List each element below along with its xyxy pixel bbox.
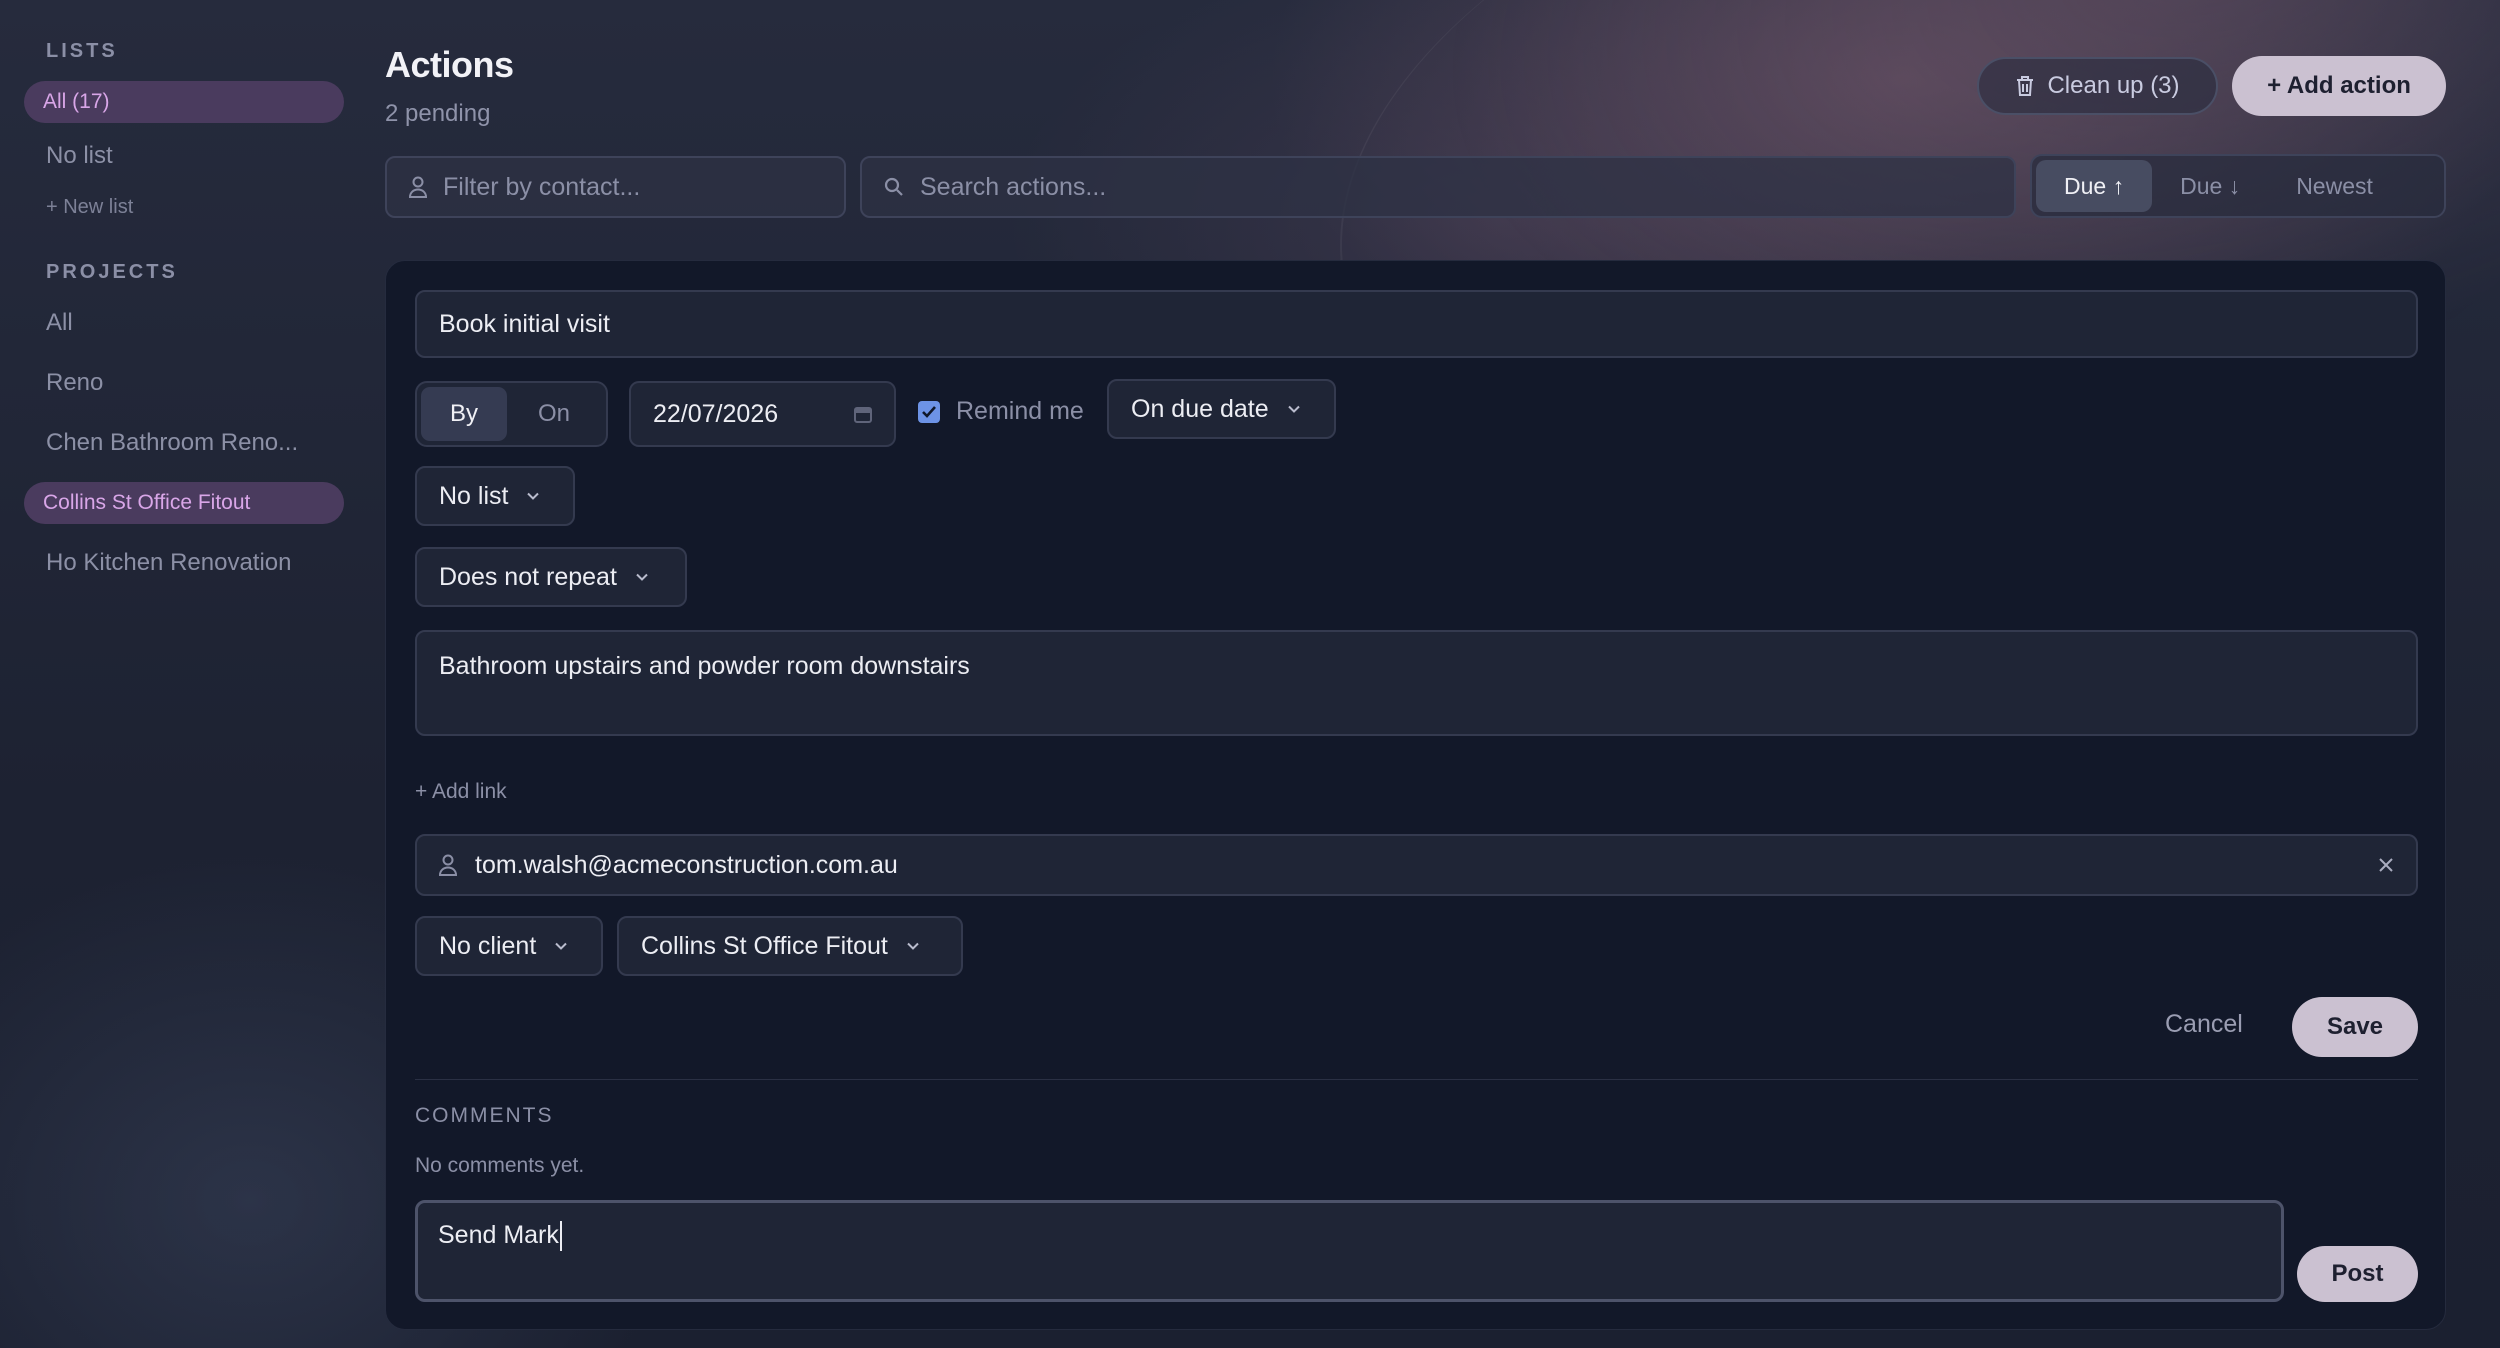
contact-filter[interactable] [385,156,846,218]
search-input[interactable] [920,172,2014,202]
clean-up-label: Clean up (3) [2047,72,2180,99]
due-date-input[interactable]: 22/07/2026 [629,381,896,447]
toggle-on[interactable]: On [511,387,597,441]
sidebar: LISTS All (17) No list + New list PROJEC… [24,40,344,602]
trash-icon [2017,76,2034,96]
repeat-value: Does not repeat [439,562,617,591]
check-icon [922,405,936,418]
close-icon[interactable] [2378,857,2394,873]
cancel-button[interactable]: Cancel [2165,1010,2243,1039]
contact-value: tom.walsh@acmeconstruction.com.au [475,850,898,879]
chevron-down-icon [1287,405,1300,413]
chevron-down-icon [527,492,540,500]
sort-newest[interactable]: Newest [2268,160,2401,212]
due-date-value: 22/07/2026 [653,399,779,428]
sort-due-asc[interactable]: Due ↑ [2036,160,2153,212]
remind-me-checkbox[interactable] [918,400,940,423]
repeat-select[interactable]: Does not repeat [415,547,687,607]
comment-input[interactable]: Send Mark [415,1200,2284,1302]
projects-section: PROJECTS All Reno Chen Bathroom Reno... … [24,261,344,584]
comments-title: COMMENTS [415,1104,554,1127]
toggle-by[interactable]: By [421,387,507,441]
project-select[interactable]: Collins St Office Fitout [617,916,963,976]
app: LISTS All (17) No list + New list PROJEC… [0,0,2500,1348]
client-select[interactable]: No client [415,916,603,976]
lists-section-title: LISTS [46,40,118,62]
action-editor-card: Book initial visit By On 22/07/2026 Remi… [385,260,2446,1330]
person-icon [439,854,457,876]
sidebar-item-ho-kitchen[interactable]: Ho Kitchen Renovation [24,542,344,584]
sidebar-item-collins-st[interactable]: Collins St Office Fitout [24,482,344,524]
add-action-button[interactable]: + Add action [2232,56,2446,116]
notes-textarea[interactable]: Bathroom upstairs and powder room downst… [415,630,2418,736]
text-caret [559,1221,562,1252]
sidebar-item-reno[interactable]: Reno [24,362,344,404]
pending-count: 2 pending [385,100,491,127]
calendar-icon[interactable] [854,405,872,423]
remind-me[interactable]: Remind me [918,397,1084,426]
sidebar-item-all-projects[interactable]: All [24,302,344,344]
page-title: Actions [385,44,514,85]
by-on-toggle: By On [415,381,608,447]
client-value: No client [439,931,537,960]
remind-me-label: Remind me [956,397,1084,425]
sidebar-item-chen-bathroom[interactable]: Chen Bathroom Reno... [24,422,344,464]
reminder-when-select[interactable]: On due date [1107,379,1336,439]
sort-due-desc[interactable]: Due ↓ [2152,160,2268,212]
no-comments-text: No comments yet. [415,1154,585,1177]
action-title-input[interactable]: Book initial visit [415,290,2418,358]
person-icon [409,176,427,198]
contact-filter-input[interactable] [443,172,844,202]
comment-draft: Send Mark [438,1221,559,1249]
clean-up-button[interactable]: Clean up (3) [1977,57,2218,115]
list-value: No list [439,481,509,510]
new-list-button[interactable]: + New list [24,189,344,225]
chevron-down-icon [555,942,567,950]
search-box[interactable] [860,156,2016,218]
sort-group: Due ↑ Due ↓ Newest [2030,154,2446,218]
sidebar-item-no-list[interactable]: No list [24,135,344,177]
projects-section-title: PROJECTS [46,261,178,283]
post-button[interactable]: Post [2297,1246,2418,1302]
contact-field[interactable]: tom.walsh@acmeconstruction.com.au [415,834,2418,896]
add-link-button[interactable]: + Add link [415,780,507,804]
reminder-when-value: On due date [1131,394,1269,423]
save-button[interactable]: Save [2292,997,2418,1057]
divider [415,1079,2418,1080]
chevron-down-icon [907,942,919,950]
chevron-down-icon [636,573,648,581]
sidebar-item-all-lists[interactable]: All (17) [24,81,344,123]
search-icon [884,177,903,196]
project-value: Collins St Office Fitout [641,931,888,960]
list-select[interactable]: No list [415,466,575,526]
